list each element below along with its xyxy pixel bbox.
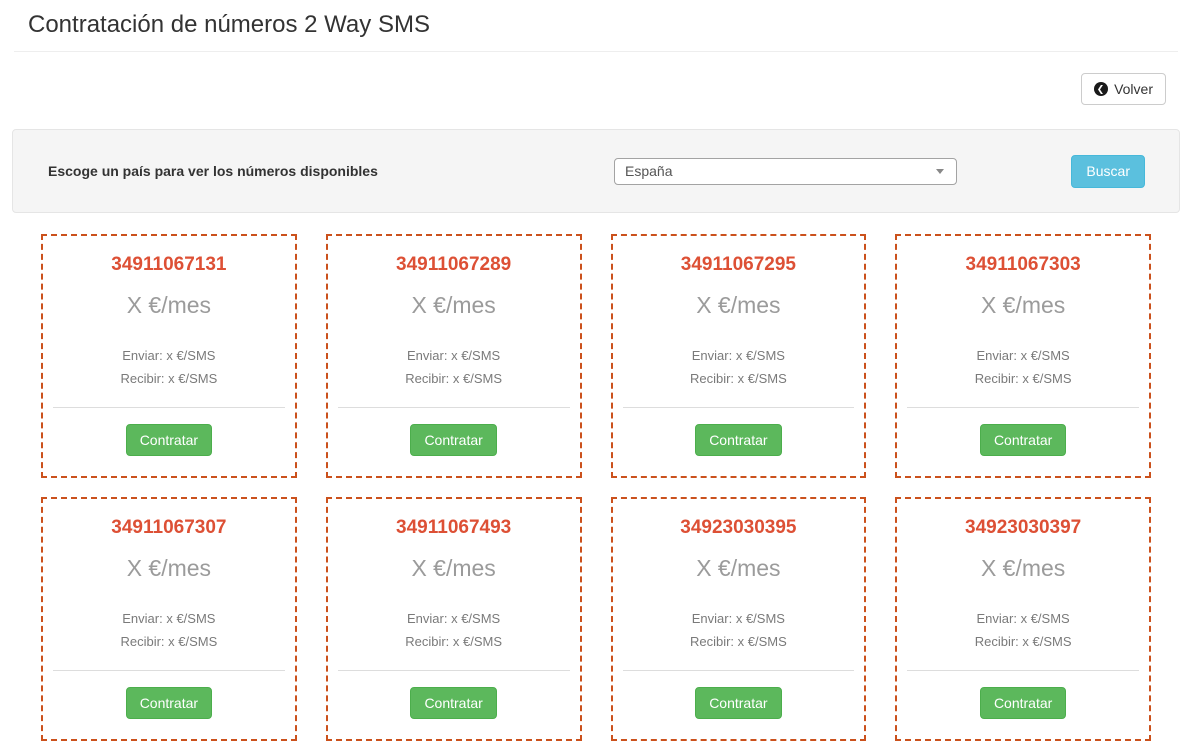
arrow-circle-left-icon: ❮	[1094, 82, 1108, 96]
number-card: 34911067307 X €/mes Enviar: x €/SMS Reci…	[41, 497, 297, 741]
number-card: 34911067295 X €/mes Enviar: x €/SMS Reci…	[611, 234, 867, 478]
receive-rate: Recibir: x €/SMS	[328, 630, 580, 653]
number-card: 34923030395 X €/mes Enviar: x €/SMS Reci…	[611, 497, 867, 741]
divider	[907, 670, 1139, 671]
divider	[338, 407, 570, 408]
country-select[interactable]: España	[614, 158, 957, 185]
monthly-price: X €/mes	[613, 555, 865, 581]
monthly-price: X €/mes	[328, 292, 580, 318]
phone-number: 34911067131	[43, 254, 295, 276]
phone-number: 34923030397	[897, 517, 1149, 539]
country-search-panel: Escoge un país para ver los números disp…	[12, 129, 1180, 213]
phone-number: 34923030395	[613, 517, 865, 539]
country-select-label: Escoge un país para ver los números disp…	[48, 163, 614, 179]
send-rate: Enviar: x €/SMS	[328, 607, 580, 630]
monthly-price: X €/mes	[613, 292, 865, 318]
divider	[907, 407, 1139, 408]
phone-number: 34911067303	[897, 254, 1149, 276]
receive-rate: Recibir: x €/SMS	[897, 630, 1149, 653]
numbers-grid: 34911067131 X €/mes Enviar: x €/SMS Reci…	[14, 234, 1178, 741]
receive-rate: Recibir: x €/SMS	[328, 367, 580, 390]
receive-rate: Recibir: x €/SMS	[897, 367, 1149, 390]
divider	[623, 407, 855, 408]
phone-number: 34911067289	[328, 254, 580, 276]
contract-button[interactable]: Contratar	[410, 687, 496, 719]
rates: Enviar: x €/SMS Recibir: x €/SMS	[613, 344, 865, 390]
number-card: 34911067493 X €/mes Enviar: x €/SMS Reci…	[326, 497, 582, 741]
receive-rate: Recibir: x €/SMS	[43, 630, 295, 653]
send-rate: Enviar: x €/SMS	[43, 344, 295, 367]
contract-button[interactable]: Contratar	[410, 424, 496, 456]
phone-number: 34911067493	[328, 517, 580, 539]
receive-rate: Recibir: x €/SMS	[613, 367, 865, 390]
monthly-price: X €/mes	[897, 292, 1149, 318]
number-card: 34923030397 X €/mes Enviar: x €/SMS Reci…	[895, 497, 1151, 741]
rates: Enviar: x €/SMS Recibir: x €/SMS	[897, 607, 1149, 653]
back-button-label: Volver	[1114, 81, 1153, 97]
contract-button[interactable]: Contratar	[695, 424, 781, 456]
divider	[53, 407, 285, 408]
page: Contratación de números 2 Way SMS ❮ Volv…	[0, 0, 1192, 741]
phone-number: 34911067295	[613, 254, 865, 276]
divider	[338, 670, 570, 671]
contract-button[interactable]: Contratar	[695, 687, 781, 719]
rates: Enviar: x €/SMS Recibir: x €/SMS	[328, 344, 580, 390]
search-button[interactable]: Buscar	[1071, 155, 1145, 188]
rates: Enviar: x €/SMS Recibir: x €/SMS	[43, 344, 295, 390]
rates: Enviar: x €/SMS Recibir: x €/SMS	[897, 344, 1149, 390]
number-card: 34911067131 X €/mes Enviar: x €/SMS Reci…	[41, 234, 297, 478]
receive-rate: Recibir: x €/SMS	[613, 630, 865, 653]
page-title: Contratación de números 2 Way SMS	[14, 0, 1178, 52]
rates: Enviar: x €/SMS Recibir: x €/SMS	[43, 607, 295, 653]
back-button[interactable]: ❮ Volver	[1081, 73, 1166, 105]
number-card: 34911067289 X €/mes Enviar: x €/SMS Reci…	[326, 234, 582, 478]
divider	[623, 670, 855, 671]
chevron-down-icon	[936, 169, 944, 174]
monthly-price: X €/mes	[897, 555, 1149, 581]
monthly-price: X €/mes	[43, 555, 295, 581]
rates: Enviar: x €/SMS Recibir: x €/SMS	[328, 607, 580, 653]
divider	[53, 670, 285, 671]
send-rate: Enviar: x €/SMS	[328, 344, 580, 367]
send-rate: Enviar: x €/SMS	[897, 344, 1149, 367]
monthly-price: X €/mes	[328, 555, 580, 581]
send-rate: Enviar: x €/SMS	[43, 607, 295, 630]
contract-button[interactable]: Contratar	[126, 424, 212, 456]
contract-button[interactable]: Contratar	[126, 687, 212, 719]
send-rate: Enviar: x €/SMS	[613, 607, 865, 630]
send-rate: Enviar: x €/SMS	[897, 607, 1149, 630]
number-card: 34911067303 X €/mes Enviar: x €/SMS Reci…	[895, 234, 1151, 478]
phone-number: 34911067307	[43, 517, 295, 539]
send-rate: Enviar: x €/SMS	[613, 344, 865, 367]
contract-button[interactable]: Contratar	[980, 424, 1066, 456]
rates: Enviar: x €/SMS Recibir: x €/SMS	[613, 607, 865, 653]
receive-rate: Recibir: x €/SMS	[43, 367, 295, 390]
country-select-value: España	[625, 163, 936, 179]
contract-button[interactable]: Contratar	[980, 687, 1066, 719]
toolbar: ❮ Volver	[14, 73, 1178, 105]
monthly-price: X €/mes	[43, 292, 295, 318]
